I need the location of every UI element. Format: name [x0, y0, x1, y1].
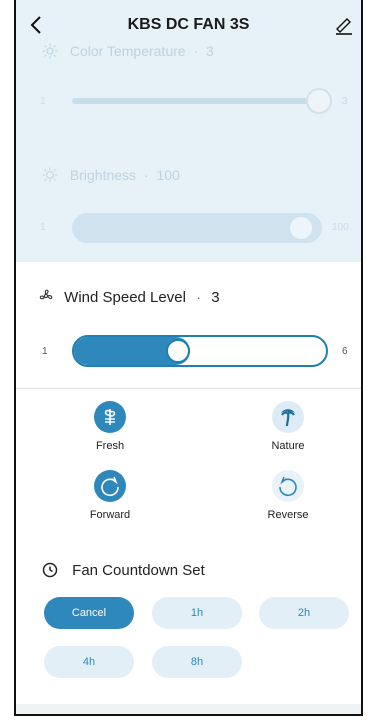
- color-temperature-value: 3: [206, 43, 214, 59]
- color-temperature-label: Color Temperature: [69, 43, 186, 59]
- wind-speed-max: 6: [342, 346, 348, 357]
- wind-speed-label: Wind Speed Level: [64, 289, 186, 306]
- fresh-icon[interactable]: [94, 401, 126, 433]
- mode-nature[interactable]: Nature: [248, 401, 328, 452]
- brightness-slider[interactable]: [72, 213, 322, 243]
- color-temperature-separator: ·: [193, 43, 199, 59]
- bottom-safe-area: [16, 704, 361, 714]
- rotate-clockwise-icon[interactable]: [94, 470, 126, 502]
- color-temperature-row: Color Temperature · 3: [42, 43, 214, 59]
- app-screen: KBS DC FAN 3S Color Temperature · 3 1 3 …: [14, 0, 363, 716]
- color-temperature-min: 1: [40, 96, 46, 107]
- mode-fresh[interactable]: Fresh: [70, 401, 150, 452]
- edit-pencil-icon[interactable]: [333, 14, 355, 36]
- countdown-4h-button[interactable]: 4h: [44, 646, 134, 678]
- color-temperature-max: 3: [342, 96, 348, 107]
- fan-icon: [39, 289, 53, 300]
- page-title: KBS DC FAN 3S: [127, 16, 250, 33]
- brightness-min: 1: [40, 222, 46, 233]
- mode-reverse-label: Reverse: [267, 509, 309, 521]
- wind-speed-value: 3: [211, 289, 220, 306]
- color-temperature-knob[interactable]: [306, 88, 332, 114]
- countdown-8h-button[interactable]: 8h: [152, 646, 242, 678]
- countdown-2h-button[interactable]: 2h: [259, 597, 349, 629]
- brightness-row: Brightness · 100: [42, 167, 180, 183]
- brightness-knob[interactable]: [288, 215, 314, 241]
- wind-speed-separator: ·: [196, 289, 202, 306]
- wind-speed-slider[interactable]: [72, 335, 328, 367]
- top-bar: KBS DC FAN 3S: [16, 12, 361, 40]
- mode-fresh-label: Fresh: [95, 440, 125, 452]
- wind-speed-min: 1: [42, 346, 48, 357]
- countdown-label: Fan Countdown Set: [72, 562, 205, 579]
- mode-forward[interactable]: Forward: [70, 470, 150, 521]
- sun-icon: [42, 43, 58, 59]
- countdown-1h-button[interactable]: 1h: [152, 597, 242, 629]
- mode-reverse[interactable]: Reverse: [248, 470, 328, 521]
- brightness-separator: ·: [143, 167, 149, 183]
- clock-icon: [42, 562, 58, 578]
- mode-nature-label: Nature: [271, 440, 305, 452]
- brightness-value: 100: [156, 167, 180, 183]
- rotate-counterclockwise-icon[interactable]: [272, 470, 304, 502]
- brightness-max: 100: [332, 222, 349, 233]
- wind-speed-knob[interactable]: [166, 339, 190, 363]
- divider: [16, 388, 361, 389]
- countdown-cancel-button[interactable]: Cancel: [44, 597, 134, 629]
- brightness-icon: [42, 167, 58, 183]
- palm-tree-icon[interactable]: [272, 401, 304, 433]
- color-temperature-slider[interactable]: [72, 98, 322, 104]
- fan-control-sheet: Wind Speed Level · 3 1 6 Fresh Nature Fo…: [16, 262, 361, 714]
- wind-speed-row: Wind Speed Level · 3: [38, 288, 220, 306]
- mode-forward-label: Forward: [89, 509, 131, 521]
- brightness-label: Brightness: [69, 167, 137, 183]
- countdown-row: Fan Countdown Set: [42, 562, 205, 579]
